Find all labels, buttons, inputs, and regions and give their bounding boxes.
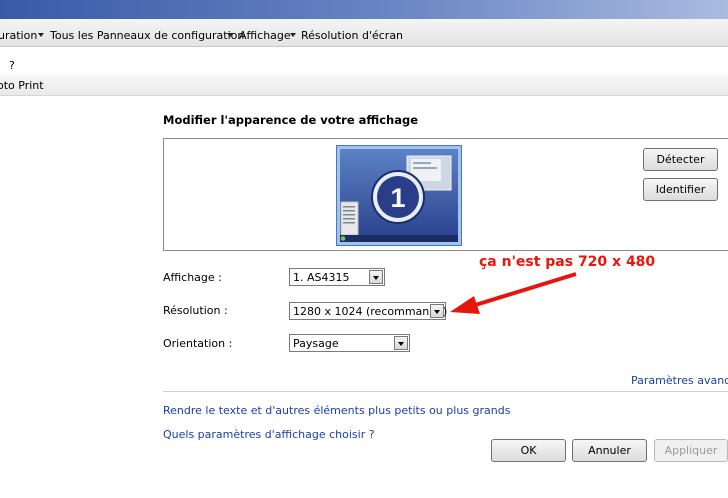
dropdown-arrow-icon[interactable] (394, 336, 408, 350)
resolution-label: Résolution : (163, 304, 228, 317)
display-select-value: 1. AS4315 (293, 271, 350, 284)
breadcrumb-item-screen-resolution[interactable]: Résolution d'écran (301, 29, 403, 42)
resolution-select-value: 1280 x 1024 (recommandé) (293, 305, 448, 318)
monitor-number-label: 1 (390, 183, 405, 213)
detect-button[interactable]: Détecter (643, 148, 718, 171)
orientation-label: Orientation : (163, 337, 233, 350)
display-settings-help-link[interactable]: Quels paramètres d'affichage choisir ? (163, 428, 375, 441)
orientation-select-value: Paysage (293, 337, 339, 350)
chevron-down-icon[interactable] (227, 33, 233, 37)
toolbar-photo-print[interactable]: oto Print (0, 79, 44, 92)
chevron-down-icon[interactable] (38, 33, 44, 37)
breadcrumb-item-all-control-panels[interactable]: Tous les Panneaux de configuration (50, 29, 244, 42)
dropdown-arrow-icon[interactable] (430, 304, 444, 318)
chevron-down-icon[interactable] (290, 33, 296, 37)
breadcrumb-item-configuration[interactable]: uration (0, 29, 37, 42)
window-title-bar (0, 0, 728, 19)
monitor-icon[interactable]: 1 (336, 145, 462, 246)
dropdown-arrow-icon[interactable] (369, 270, 383, 284)
resolution-select[interactable]: 1280 x 1024 (recommandé) (289, 302, 448, 320)
address-bar[interactable]: uration Tous les Panneaux de configurati… (0, 19, 728, 47)
menu-bar: ? (0, 47, 728, 75)
page-title: Modifier l'apparence de votre affichage (163, 113, 419, 127)
display-select[interactable]: 1. AS4315 (289, 268, 385, 286)
display-preview-panel: 1 Détecter Identifier (163, 138, 728, 251)
breadcrumb-item-display[interactable]: Affichage (239, 29, 291, 42)
divider (163, 391, 728, 392)
cancel-button[interactable]: Annuler (572, 439, 647, 462)
text-size-link[interactable]: Rendre le texte et d'autres éléments plu… (163, 404, 510, 417)
advanced-settings-link[interactable]: Paramètres avancés (631, 374, 728, 387)
orientation-select[interactable]: Paysage (289, 334, 410, 352)
ok-button[interactable]: OK (491, 439, 566, 462)
toolbar: oto Print (0, 75, 728, 96)
menu-help[interactable]: ? (9, 59, 15, 72)
red-annotation-arrow-icon (450, 272, 577, 314)
display-label: Affichage : (163, 271, 222, 284)
apply-button[interactable]: Appliquer (654, 439, 728, 462)
identify-button[interactable]: Identifier (643, 178, 718, 201)
